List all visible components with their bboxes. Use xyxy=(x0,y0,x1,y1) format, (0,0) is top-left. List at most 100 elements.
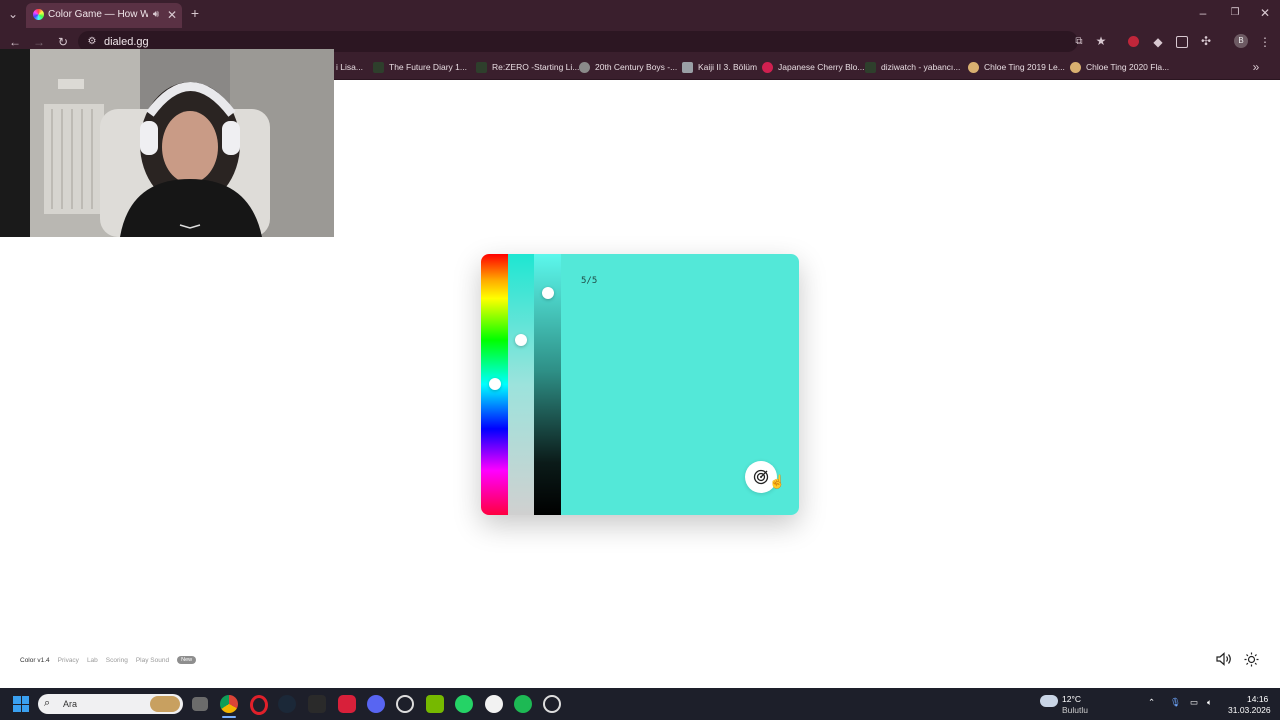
footer-link-scoring[interactable]: Scoring xyxy=(106,657,128,664)
restore-icon[interactable]: ❐ xyxy=(1228,6,1242,20)
bookmark-label: 20th Century Boys -... xyxy=(595,62,678,72)
bookmark-label: i Lisa... xyxy=(336,62,363,72)
bookmark-item[interactable]: Japanese Cherry Blo... xyxy=(762,60,864,74)
tab-search-chevron-icon[interactable]: ⌄ xyxy=(6,7,20,21)
weather-temp[interactable]: 12°C xyxy=(1062,694,1081,704)
bookmark-favicon-icon xyxy=(1070,61,1081,73)
bookmark-item[interactable]: Chloe Ting 2020 Fla... xyxy=(1070,60,1169,74)
bookmark-favicon-icon xyxy=(968,61,979,73)
chrome-app-icon[interactable] xyxy=(220,695,238,713)
new-tab-icon[interactable]: + xyxy=(188,6,202,20)
footer-link-play-sound[interactable]: Play Sound xyxy=(136,657,169,664)
browser-tab-strip: ⌄ Color Game — How Well C 🔊︎ ✕ + – ❐ ✕ xyxy=(0,0,1280,28)
address-text: dialed.gg xyxy=(104,36,149,48)
profile-avatar[interactable]: B xyxy=(1234,34,1248,48)
nvidia-app-icon[interactable] xyxy=(426,695,444,713)
red-app-icon[interactable] xyxy=(338,695,356,713)
app-version: Color v1.4 xyxy=(20,656,50,664)
tab-title: Color Game — How Well C xyxy=(48,9,148,20)
bookmark-item[interactable]: Re:ZERO -Starting Li... xyxy=(476,60,579,74)
network-icon[interactable]: ▭ xyxy=(1190,697,1198,708)
extension-adblock-icon[interactable] xyxy=(1128,36,1139,47)
bookmark-favicon-icon xyxy=(682,61,693,73)
search-placeholder: Ara xyxy=(63,699,78,709)
speaker-icon xyxy=(1216,652,1231,666)
color-game-card: 5/5 ☝ xyxy=(481,254,799,515)
hand-cursor-icon: ☝ xyxy=(769,474,786,489)
menu-kebab-icon[interactable]: ⋮ xyxy=(1259,35,1271,49)
bookmark-item[interactable]: i Lisa... xyxy=(336,60,363,74)
minimize-icon[interactable]: – xyxy=(1196,6,1210,20)
install-app-icon[interactable]: ⧉ xyxy=(1072,35,1086,49)
hue-slider[interactable] xyxy=(481,254,508,515)
browser-tab-active[interactable]: Color Game — How Well C 🔊︎ ✕ xyxy=(26,3,182,28)
site-info-icon[interactable]: ⚙ xyxy=(86,35,98,49)
microphone-icon[interactable]: 🎙︎ xyxy=(1170,697,1181,708)
clock-date[interactable]: 31.03.2026 xyxy=(1228,705,1271,715)
forward-icon[interactable]: → xyxy=(32,35,46,49)
bookmark-favicon-icon xyxy=(476,61,487,73)
footer-link-lab[interactable]: Lab xyxy=(87,657,98,664)
bookmark-label: Kaiji II 3. Bölüm xyxy=(698,62,758,72)
bookmark-item[interactable]: The Future Diary 1... xyxy=(373,60,467,74)
taskbar-search[interactable]: ⌕ Ara xyxy=(38,694,183,714)
bookmark-label: diziwatch - yabancı... xyxy=(881,62,961,72)
extensions-puzzle-icon[interactable]: ✣ xyxy=(1199,34,1213,48)
hue-slider-handle[interactable] xyxy=(489,378,501,390)
weather-description[interactable]: Bulutlu xyxy=(1062,705,1088,715)
tab-favicon-icon xyxy=(33,9,44,20)
theme-toggle-button[interactable] xyxy=(1244,652,1259,672)
saturation-slider-handle[interactable] xyxy=(515,334,527,346)
bookmark-label: Chloe Ting 2019 Le... xyxy=(984,62,1065,72)
panda-app-icon[interactable] xyxy=(485,695,503,713)
bookmarks-overflow-icon[interactable]: » xyxy=(1250,60,1262,74)
round-progress: 5/5 xyxy=(581,276,598,286)
lightness-slider[interactable] xyxy=(534,254,561,515)
bookmark-label: Chloe Ting 2020 Fla... xyxy=(1086,62,1170,72)
bookmark-star-icon[interactable]: ★ xyxy=(1094,34,1108,48)
openai-app-icon[interactable] xyxy=(543,695,561,713)
bookmark-item[interactable]: 20th Century Boys -... xyxy=(579,60,677,74)
extension-square-icon[interactable] xyxy=(1176,36,1188,48)
bookmark-favicon-icon xyxy=(579,61,590,73)
bookmark-item[interactable]: Kaiji II 3. Bölüm xyxy=(682,60,757,74)
tray-chevron-icon[interactable]: ⌃ xyxy=(1148,697,1155,708)
tab-audio-icon[interactable]: 🔊︎ xyxy=(150,8,162,22)
bookmark-label: Japanese Cherry Blo... xyxy=(778,62,865,72)
spotify-app-icon[interactable] xyxy=(514,695,532,713)
clock-time[interactable]: 14:16 xyxy=(1247,694,1268,704)
new-badge: New xyxy=(177,656,197,664)
extension-diamond-icon[interactable]: ◆ xyxy=(1151,35,1165,49)
epic-games-app-icon[interactable] xyxy=(308,695,326,713)
search-icon: ⌕ xyxy=(44,697,51,709)
chatgpt-app-icon[interactable] xyxy=(396,695,414,713)
discord-app-icon[interactable] xyxy=(367,695,385,713)
tab-close-icon[interactable]: ✕ xyxy=(166,8,178,22)
bookmark-label: The Future Diary 1... xyxy=(389,62,467,72)
saturation-slider[interactable] xyxy=(508,254,534,515)
bookmark-favicon-icon xyxy=(865,61,876,73)
site-footer: Color v1.4 Privacy Lab Scoring Play Soun… xyxy=(20,655,197,665)
bookmark-item[interactable]: Chloe Ting 2019 Le... xyxy=(968,60,1065,74)
cloud-icon xyxy=(1040,695,1058,707)
active-app-indicator xyxy=(222,716,236,718)
start-windows-icon[interactable] xyxy=(13,696,29,712)
back-icon[interactable]: ← xyxy=(8,35,22,49)
whatsapp-app-icon[interactable] xyxy=(455,695,473,713)
task-view-icon[interactable] xyxy=(192,697,208,711)
sound-toggle-button[interactable] xyxy=(1216,652,1232,671)
target-icon xyxy=(753,469,769,485)
bookmark-item[interactable]: diziwatch - yabancı... xyxy=(865,60,960,74)
close-window-icon[interactable]: ✕ xyxy=(1258,6,1272,20)
opera-app-icon[interactable] xyxy=(250,695,268,715)
bookmark-label: Re:ZERO -Starting Li... xyxy=(492,62,580,72)
bookmark-favicon-icon xyxy=(373,61,384,73)
sun-icon xyxy=(1244,652,1259,667)
volume-icon[interactable]: 🔈︎ xyxy=(1207,697,1212,708)
steam-app-icon[interactable] xyxy=(278,695,296,713)
footer-link-privacy[interactable]: Privacy xyxy=(58,657,79,664)
webcam-feed-image xyxy=(0,49,334,237)
search-highlight-image xyxy=(150,696,180,712)
lightness-slider-handle[interactable] xyxy=(542,287,554,299)
reload-icon[interactable]: ↻ xyxy=(56,35,70,49)
